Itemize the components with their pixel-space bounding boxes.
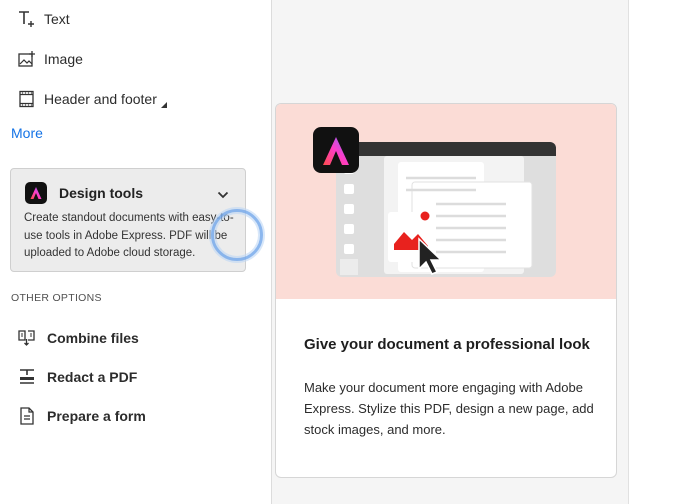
combine-files-icon (18, 329, 36, 347)
header-footer-icon (18, 90, 36, 108)
option-combine-files[interactable]: Combine files (18, 327, 139, 349)
image-add-icon (18, 50, 36, 68)
option-redact-pdf-label: Redact a PDF (47, 369, 138, 385)
tool-header-footer-label: Header and footer (44, 91, 157, 107)
option-prepare-form-label: Prepare a form (47, 408, 146, 424)
design-tools-description: Create standout documents with easy-to-u… (24, 212, 234, 259)
promo-description: Make your document more engaging with Ad… (304, 380, 594, 437)
design-tools-title: Design tools (59, 185, 144, 201)
promo-card: Give your document a professional look M… (275, 103, 617, 478)
design-tools-card[interactable]: Design tools Create standout documents w… (10, 168, 246, 272)
prepare-form-icon (18, 407, 36, 425)
tool-header-footer[interactable]: Header and footer (18, 88, 167, 110)
other-options-heading: OTHER OPTIONS (11, 292, 102, 304)
option-prepare-form[interactable]: Prepare a form (18, 405, 146, 427)
tool-text[interactable]: Text (18, 8, 70, 30)
more-tools-link[interactable]: More (11, 125, 43, 141)
main-panel-border (628, 0, 629, 504)
promo-illustration (276, 104, 616, 299)
tool-image[interactable]: Image (18, 48, 83, 70)
option-redact-pdf[interactable]: Redact a PDF (18, 366, 137, 388)
submenu-corner-icon (160, 95, 167, 113)
tools-sidebar: Text Image Header and footer More Design… (0, 0, 271, 504)
click-indicator-ring (211, 209, 263, 261)
text-add-icon (18, 10, 36, 28)
adobe-express-icon (25, 182, 47, 204)
option-combine-files-label: Combine files (47, 330, 139, 346)
tool-image-label: Image (44, 51, 83, 67)
promo-title: Give your document a professional look (304, 336, 590, 353)
tool-text-label: Text (44, 11, 70, 27)
chevron-down-icon[interactable] (217, 186, 229, 204)
redact-icon (18, 368, 36, 386)
